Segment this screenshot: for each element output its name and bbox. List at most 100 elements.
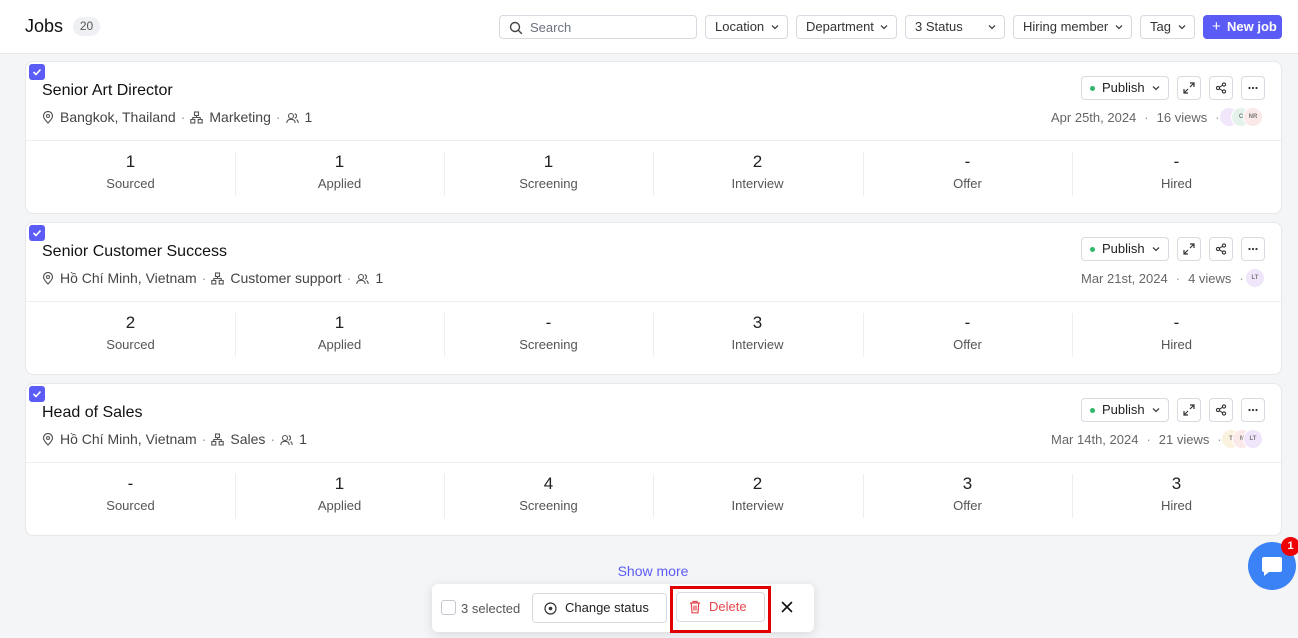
stage-interview[interactable]: 3 Interview — [653, 313, 862, 357]
stage-value: 3 — [962, 474, 973, 493]
card-divider — [26, 140, 1281, 141]
job-department: Customer support — [230, 270, 342, 286]
stage-label: Offer — [953, 337, 982, 352]
expand-icon — [1183, 243, 1195, 255]
job-title[interactable]: Senior Customer Success — [42, 243, 227, 261]
more-options-button[interactable] — [1241, 398, 1265, 422]
stage-label: Screening — [519, 176, 578, 191]
job-select-checkbox[interactable] — [29, 64, 45, 80]
job-select-checkbox[interactable] — [29, 386, 45, 402]
filter-tag[interactable]: Tag — [1140, 15, 1195, 39]
stage-value: 2 — [752, 152, 763, 171]
plus-icon: + — [1212, 18, 1221, 35]
expand-button[interactable] — [1177, 398, 1201, 422]
hiring-team-avatars[interactable]: C NR — [1219, 107, 1267, 127]
expand-button[interactable] — [1177, 237, 1201, 261]
job-members-count: 1 — [304, 109, 313, 125]
stage-offer[interactable]: - Offer — [863, 152, 1072, 196]
stage-sourced[interactable]: 2 Sourced — [26, 313, 235, 357]
chevron-down-icon — [880, 25, 888, 30]
users-icon — [280, 434, 293, 446]
job-card[interactable]: Senior Customer Success Hồ Chí Minh, Vie… — [25, 222, 1282, 375]
close-icon[interactable] — [780, 600, 794, 614]
filter-hiring-member[interactable]: Hiring member — [1013, 15, 1132, 39]
job-members-count: 1 — [375, 270, 384, 286]
search-input[interactable] — [530, 18, 690, 36]
filter-tag-label: Tag — [1150, 19, 1171, 34]
stage-hired[interactable]: 3 Hired — [1072, 474, 1281, 518]
stage-offer[interactable]: - Offer — [863, 313, 1072, 357]
share-button[interactable] — [1209, 398, 1233, 422]
stage-screening[interactable]: 1 Screening — [444, 152, 653, 196]
new-job-button[interactable]: + New job — [1203, 15, 1282, 39]
job-card[interactable]: Senior Art Director Bangkok, Thailand · Ma… — [25, 61, 1282, 214]
department-icon — [211, 272, 225, 285]
change-status-icon — [544, 602, 557, 615]
bulk-action-bar: 3 selected Change status Delete — [432, 584, 814, 633]
selected-count: 3 selected — [461, 601, 521, 616]
job-card[interactable]: Head of Sales Hồ Chí Minh, Vietnam · Sales… — [25, 383, 1282, 536]
check-icon — [32, 68, 42, 76]
hiring-team-avatars[interactable]: LT — [1245, 268, 1267, 288]
publish-status-dropdown[interactable]: Publish — [1081, 76, 1169, 100]
stage-hired[interactable]: - Hired — [1072, 152, 1281, 196]
job-location: Bangkok, Thailand — [60, 109, 176, 125]
share-button[interactable] — [1209, 76, 1233, 100]
stage-label: Sourced — [106, 176, 155, 191]
filter-location-label: Location — [715, 19, 765, 34]
more-horizontal-icon — [1248, 408, 1258, 412]
stage-interview[interactable]: 2 Interview — [653, 474, 862, 518]
filter-department-label: Department — [806, 19, 874, 34]
stage-sourced[interactable]: 1 Sourced — [26, 152, 235, 196]
job-title[interactable]: Senior Art Director — [42, 82, 173, 100]
stage-applied[interactable]: 1 Applied — [235, 313, 444, 357]
filter-status-label: 3 Status — [915, 19, 963, 34]
job-select-checkbox[interactable] — [29, 225, 45, 241]
stage-screening[interactable]: - Screening — [444, 313, 653, 357]
stage-label: Applied — [317, 176, 362, 191]
filter-status[interactable]: 3 Status — [905, 15, 1005, 39]
chevron-down-icon — [1152, 408, 1160, 413]
stage-screening[interactable]: 4 Screening — [444, 474, 653, 518]
publish-status-dropdown[interactable]: Publish — [1081, 237, 1169, 261]
jobs-count-badge: 20 — [73, 17, 100, 36]
job-title[interactable]: Head of Sales — [42, 404, 143, 422]
show-more-link[interactable]: Show more — [0, 563, 1298, 579]
search-icon — [509, 21, 523, 35]
job-views: 21 views — [1158, 432, 1210, 447]
job-meta: Hồ Chí Minh, Vietnam · Customer support · 1 — [42, 270, 383, 286]
expand-button[interactable] — [1177, 76, 1201, 100]
chevron-down-icon — [1178, 25, 1186, 30]
more-options-button[interactable] — [1241, 237, 1265, 261]
stage-offer[interactable]: 3 Offer — [863, 474, 1072, 518]
change-status-label: Change status — [565, 600, 649, 615]
chevron-down-icon — [1152, 247, 1160, 252]
stage-interview[interactable]: 2 Interview — [653, 152, 862, 196]
more-horizontal-icon — [1248, 247, 1258, 251]
stage-label: Interview — [731, 498, 784, 513]
stage-label: Screening — [519, 337, 578, 352]
stage-hired[interactable]: - Hired — [1072, 313, 1281, 357]
job-date-views: Mar 21st, 2024 · 4 views · — [1081, 271, 1244, 286]
filter-department[interactable]: Department — [796, 15, 897, 39]
change-status-button[interactable]: Change status — [532, 593, 667, 623]
filter-hiring-member-label: Hiring member — [1023, 19, 1109, 34]
search-box[interactable] — [499, 15, 697, 39]
stage-value: 3 — [752, 313, 763, 332]
filter-location[interactable]: Location — [705, 15, 788, 39]
stage-sourced[interactable]: - Sourced — [26, 474, 235, 518]
card-divider — [26, 301, 1281, 302]
chevron-down-icon — [988, 25, 996, 30]
users-icon — [285, 112, 299, 124]
stage-label: Sourced — [106, 337, 155, 352]
department-icon — [211, 433, 225, 446]
share-button[interactable] — [1209, 237, 1233, 261]
more-options-button[interactable] — [1241, 76, 1265, 100]
stage-value: 1 — [125, 152, 136, 171]
delete-button[interactable]: Delete — [676, 592, 765, 622]
stage-applied[interactable]: 1 Applied — [235, 474, 444, 518]
hiring-team-avatars[interactable]: T N LT — [1221, 429, 1267, 449]
publish-status-dropdown[interactable]: Publish — [1081, 398, 1169, 422]
stage-applied[interactable]: 1 Applied — [235, 152, 444, 196]
select-all-checkbox[interactable] — [441, 600, 456, 615]
